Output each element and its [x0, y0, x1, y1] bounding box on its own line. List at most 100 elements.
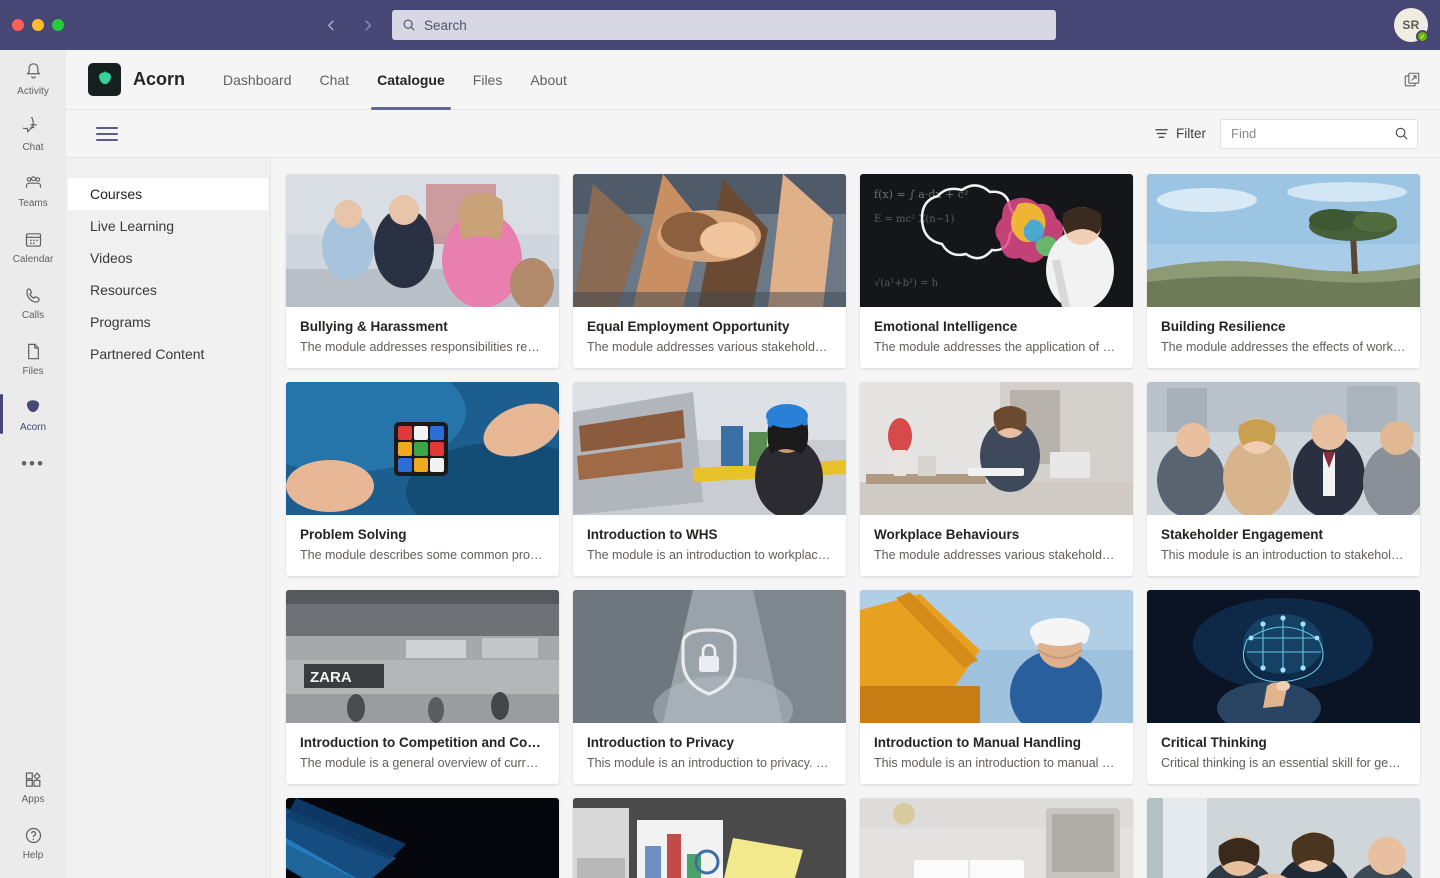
course-card-body: Equal Employment Opportunity The module … [573, 307, 846, 368]
course-card[interactable] [1147, 798, 1420, 878]
course-title: Problem Solving [300, 527, 407, 542]
help-circle-icon [23, 824, 44, 848]
course-thumbnail [860, 798, 1133, 878]
sidebar-item-label: Activity [17, 85, 49, 97]
course-card[interactable] [573, 798, 846, 878]
nav-item-partnered-content[interactable]: Partnered Content [68, 338, 268, 370]
course-title: Workplace Behaviours [874, 527, 1020, 542]
course-description: The module is an introduction to workpla… [587, 548, 832, 562]
file-icon [23, 340, 44, 364]
sidebar-item-label: Calls [21, 309, 45, 321]
course-card[interactable]: Problem Solving The module describes som… [286, 382, 559, 576]
course-title: Building Resilience [1161, 319, 1286, 334]
user-avatar-wrapper[interactable]: SR ✓ [1394, 8, 1429, 43]
teams-icon [23, 172, 44, 196]
history-navigation [316, 10, 382, 40]
sidebar-item-apps[interactable]: Apps [0, 758, 66, 814]
sidebar-item-acorn[interactable]: Acorn [0, 386, 66, 442]
close-window-button[interactable] [12, 19, 24, 31]
course-card[interactable]: Introduction to WHS The module is an int… [573, 382, 846, 576]
course-title: Introduction to Manual Handling [874, 735, 1081, 750]
course-thumbnail [573, 590, 846, 723]
course-card[interactable]: Bullying & Harassment The module address… [286, 174, 559, 368]
nav-item-programs[interactable]: Programs [68, 306, 268, 338]
course-title: Introduction to Competition and Consum… [300, 735, 545, 750]
course-card[interactable]: Critical Thinking Critical thinking is a… [1147, 590, 1420, 784]
sidebar-item-calendar[interactable]: Calendar [0, 218, 66, 274]
back-button[interactable] [316, 10, 346, 40]
filter-icon [1155, 129, 1168, 138]
catalogue-content: Bullying & Harassment The module address… [271, 158, 1440, 878]
window-controls [0, 19, 66, 31]
sidebar-item-label: Teams [18, 197, 48, 209]
course-card-body: Introduction to WHS The module is an int… [573, 515, 846, 576]
nav-item-videos[interactable]: Videos [68, 242, 268, 274]
course-card[interactable]: Building Resilience The module addresses… [1147, 174, 1420, 368]
course-card-body: Introduction to Competition and Consum… … [286, 723, 559, 784]
course-card[interactable]: f(x) = ∫ a·dx + c² E = mc² Σ(n−1) √(a²+b… [860, 174, 1133, 368]
find-input[interactable]: Find [1220, 118, 1418, 149]
course-card-body: Stakeholder Engagement This module is an… [1147, 515, 1420, 576]
course-card[interactable]: Introduction to Privacy This module is a… [573, 590, 846, 784]
maximize-window-button[interactable] [52, 19, 64, 31]
svg-text:√(a²+b²) = h: √(a²+b²) = h [874, 278, 939, 289]
course-thumbnail: f(x) = ∫ a·dx + c² E = mc² Σ(n−1) √(a²+b… [860, 174, 1133, 307]
forward-button[interactable] [352, 10, 382, 40]
apps-grid-icon [23, 768, 44, 792]
course-card-body: Building Resilience The module addresses… [1147, 307, 1420, 368]
open-in-new-window-icon [1404, 72, 1420, 87]
course-description: The module addresses responsibilities re… [300, 340, 545, 354]
course-description: The module describes some common problem… [300, 548, 545, 562]
minimize-window-button[interactable] [32, 19, 44, 31]
tab-catalogue[interactable]: Catalogue [363, 50, 459, 110]
course-card[interactable] [286, 798, 559, 878]
search-icon[interactable] [1394, 126, 1409, 141]
catalogue-toolbar: Filter Find [66, 110, 1440, 158]
chat-icon [22, 116, 44, 140]
tab-chat[interactable]: Chat [306, 50, 364, 110]
tab-files[interactable]: Files [459, 50, 517, 110]
tab-about[interactable]: About [516, 50, 581, 110]
more-apps-button[interactable]: ••• [0, 442, 66, 486]
rail-bottom-group: Apps Help [0, 758, 66, 870]
course-card[interactable]: Stakeholder Engagement This module is an… [1147, 382, 1420, 576]
tab-dashboard[interactable]: Dashboard [209, 50, 306, 110]
course-card[interactable]: Workplace Behaviours The module addresse… [860, 382, 1133, 576]
window-title-bar: Search SR ✓ [0, 0, 1440, 50]
sidebar-item-help[interactable]: Help [0, 814, 66, 870]
course-thumbnail [286, 382, 559, 515]
phone-icon [23, 284, 44, 308]
find-placeholder: Find [1231, 126, 1257, 141]
course-title: Emotional Intelligence [874, 319, 1018, 334]
course-thumbnail [286, 174, 559, 307]
course-card-body: Bullying & Harassment The module address… [286, 307, 559, 368]
sidebar-item-label: Chat [22, 141, 44, 153]
open-in-new-window-button[interactable] [1400, 68, 1424, 92]
course-title: Stakeholder Engagement [1161, 527, 1324, 542]
course-card[interactable]: Equal Employment Opportunity The module … [573, 174, 846, 368]
nav-item-resources[interactable]: Resources [68, 274, 268, 306]
course-title: Introduction to Privacy [587, 735, 735, 750]
filter-button[interactable]: Filter [1154, 126, 1206, 141]
chevron-left-icon [327, 19, 334, 31]
course-card[interactable]: Introduction to Manual Handling This mod… [860, 590, 1133, 784]
course-card-grid: Bullying & Harassment The module address… [286, 174, 1440, 878]
global-search-box[interactable]: Search [392, 10, 1056, 40]
course-card[interactable] [860, 798, 1133, 878]
course-thumbnail [1147, 798, 1420, 878]
hamburger-menu-icon[interactable] [96, 126, 122, 141]
course-thumbnail [860, 382, 1133, 515]
sidebar-item-chat[interactable]: Chat [0, 106, 66, 162]
course-card-body: Workplace Behaviours The module addresse… [860, 515, 1133, 576]
catalogue-nav-panel: Courses Live Learning Videos Resources P… [66, 158, 271, 878]
acorn-icon [22, 396, 44, 420]
sidebar-item-files[interactable]: Files [0, 330, 66, 386]
nav-item-courses[interactable]: Courses [68, 178, 268, 210]
sidebar-item-activity[interactable]: Activity [0, 50, 66, 106]
nav-item-live-learning[interactable]: Live Learning [68, 210, 268, 242]
sidebar-item-calls[interactable]: Calls [0, 274, 66, 330]
sidebar-item-teams[interactable]: Teams [0, 162, 66, 218]
svg-text:E = mc² Σ(n−1): E = mc² Σ(n−1) [874, 214, 954, 225]
course-card[interactable]: ZARA Introduction to Competition and Con… [286, 590, 559, 784]
course-description: This module is an introduction to privac… [587, 756, 832, 770]
